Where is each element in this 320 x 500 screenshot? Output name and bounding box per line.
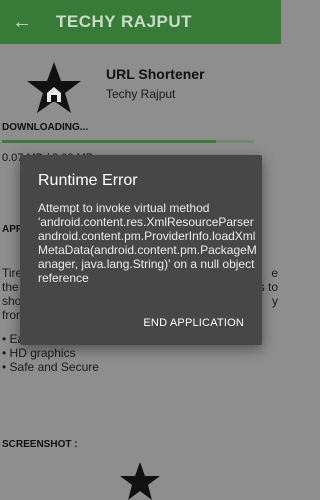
feature-item: • HD graphics — [2, 346, 76, 360]
download-status-label: DOWNLOADING... — [2, 122, 89, 133]
app-developer: Techy Rajput — [106, 87, 176, 101]
download-progress-bar — [2, 140, 254, 143]
feature-item: • Safe and Secure — [2, 360, 99, 374]
download-progress-fill — [2, 140, 217, 143]
end-application-button[interactable]: END APPLICATION — [143, 317, 244, 329]
arrow-left-icon[interactable]: ← — [0, 0, 44, 44]
runtime-error-dialog: Runtime Error Attempt to invoke virtual … — [20, 155, 262, 345]
app-bar-title: TECHY RAJPUT — [56, 12, 193, 31]
dialog-message: Attempt to invoke virtual method 'androi… — [38, 201, 257, 285]
screenshot-thumbnail[interactable] — [120, 462, 160, 500]
star-home-logo — [27, 62, 81, 113]
dialog-title: Runtime Error — [38, 172, 138, 189]
app-name: URL Shortener — [106, 66, 205, 82]
app-bar: ← TECHY RAJPUT — [0, 0, 281, 44]
screenshots-heading: SCREENSHOT : — [2, 439, 78, 450]
